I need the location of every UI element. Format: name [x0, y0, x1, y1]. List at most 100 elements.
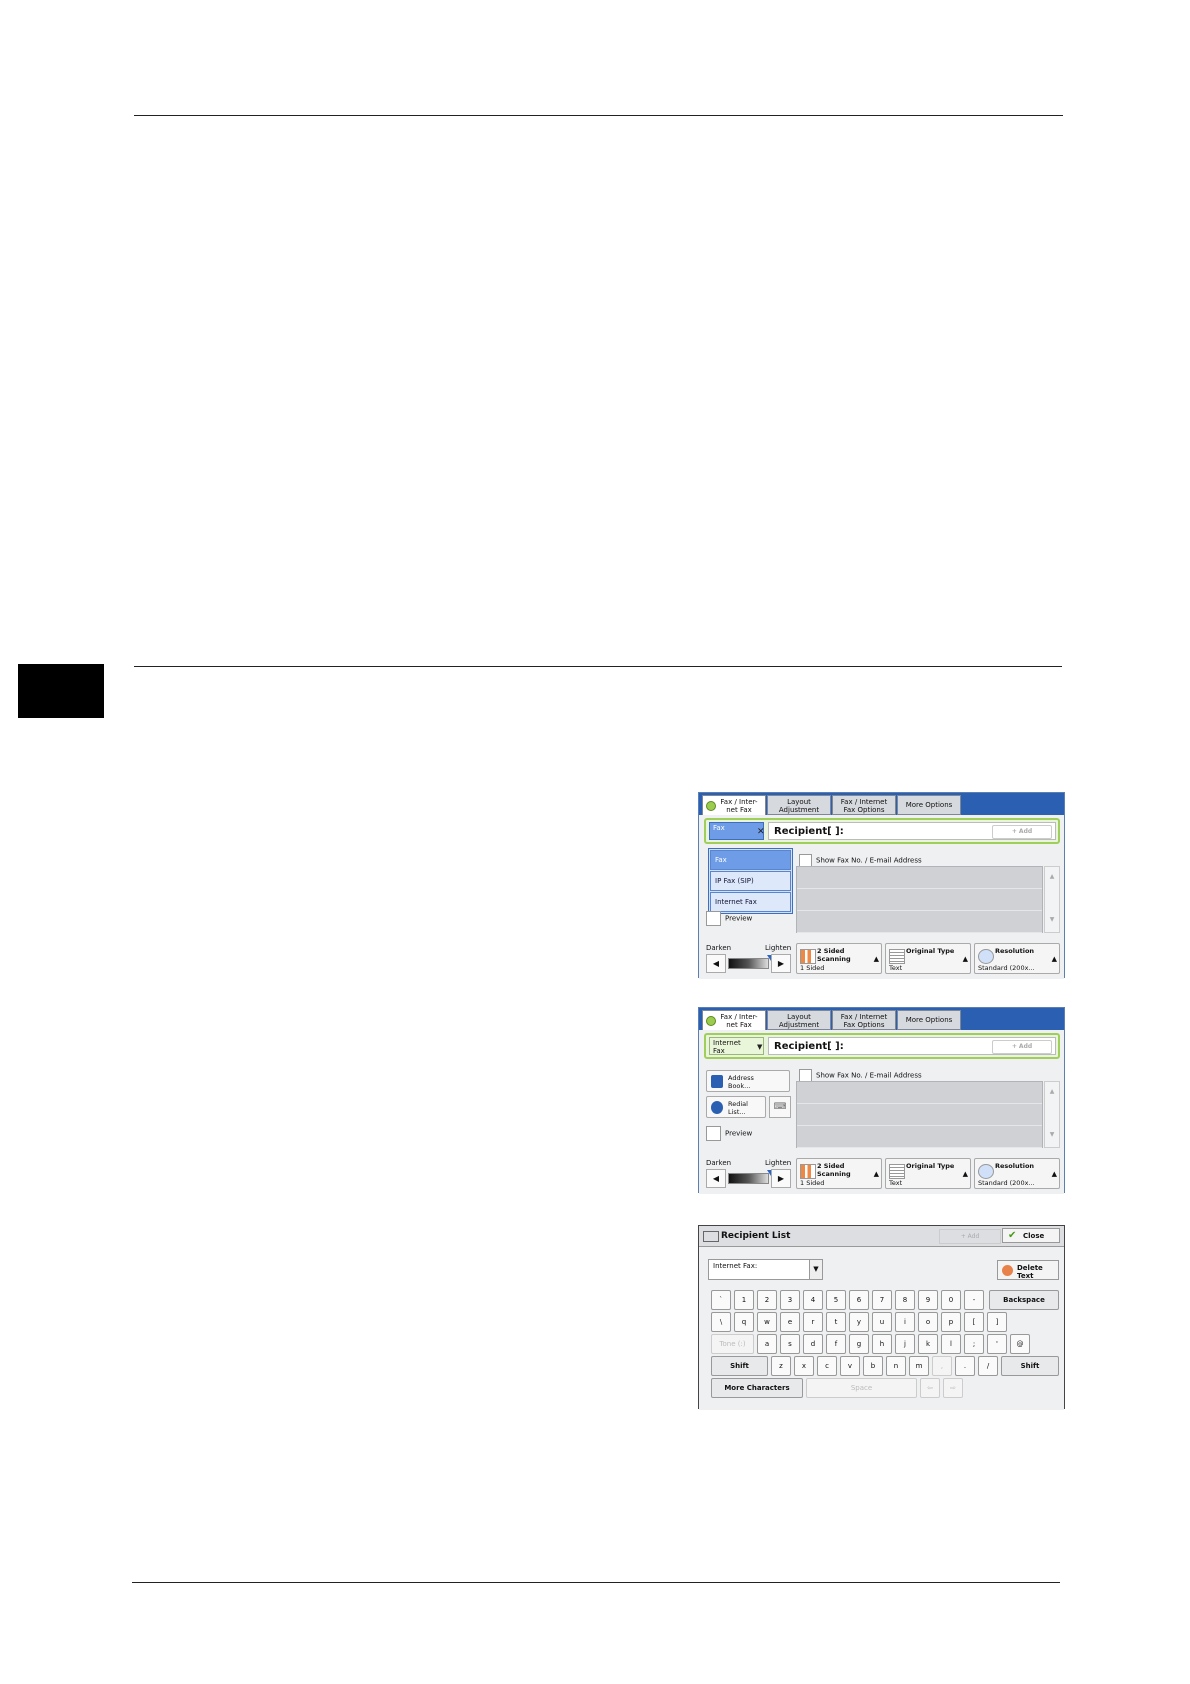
backspace-key[interactable]: Backspace [989, 1290, 1059, 1310]
checkbox[interactable] [706, 911, 721, 926]
chevron-down-icon[interactable]: ▼ [757, 1043, 762, 1051]
keyboard-key[interactable]: - [964, 1290, 984, 1310]
keyboard-key[interactable]: 7 [872, 1290, 892, 1310]
keyboard-key[interactable]: ` [711, 1290, 731, 1310]
keyboard-key[interactable]: e [780, 1312, 800, 1332]
keyboard-key[interactable]: z [771, 1356, 791, 1376]
original-type-button[interactable]: Original Type Text ▲ [885, 1158, 971, 1189]
tab-fax-internet-fax[interactable]: Fax / Inter- net Fax [702, 1010, 766, 1030]
shift-key-left[interactable]: Shift [711, 1356, 768, 1376]
scroll-up-icon[interactable]: ▲ [1045, 1088, 1059, 1095]
tab-layout-adjustment[interactable]: Layout Adjustment [767, 795, 831, 815]
keyboard-key[interactable]: a [757, 1334, 777, 1354]
dropdown-item-fax[interactable]: Fax [710, 850, 791, 870]
space-key[interactable]: Space [806, 1378, 917, 1398]
keyboard-key[interactable]: \ [711, 1312, 731, 1332]
keyboard-key[interactable]: , [932, 1356, 952, 1376]
keyboard-key[interactable]: . [955, 1356, 975, 1376]
keyboard-key[interactable]: i [895, 1312, 915, 1332]
keyboard-key[interactable]: y [849, 1312, 869, 1332]
add-button[interactable]: + Add [939, 1229, 1001, 1244]
lighter-arrow-icon[interactable]: ▶ [771, 954, 791, 973]
darker-arrow-icon[interactable]: ◀ [706, 1169, 726, 1188]
shift-key-right[interactable]: Shift [1001, 1356, 1059, 1376]
keyboard-key[interactable]: 5 [826, 1290, 846, 1310]
scrollbar[interactable]: ▲ ▼ [1044, 1081, 1060, 1148]
tab-fax-internet-fax[interactable]: Fax / Inter- net Fax [702, 795, 766, 815]
keyboard-key[interactable]: u [872, 1312, 892, 1332]
keyboard-key[interactable]: j [895, 1334, 915, 1354]
keyboard-key[interactable]: o [918, 1312, 938, 1332]
keyboard-key[interactable]: / [978, 1356, 998, 1376]
keyboard-key[interactable]: n [886, 1356, 906, 1376]
keyboard-key[interactable]: c [817, 1356, 837, 1376]
keyboard-key[interactable]: d [803, 1334, 823, 1354]
lighter-arrow-icon[interactable]: ▶ [771, 1169, 791, 1188]
original-type-button[interactable]: Original Type Text ▲ [885, 943, 971, 974]
keyboard-key[interactable]: m [909, 1356, 929, 1376]
keyboard-key[interactable]: ; [964, 1334, 984, 1354]
keyboard-key[interactable]: t [826, 1312, 846, 1332]
tab-more-options[interactable]: More Options [897, 1010, 961, 1030]
chevron-down-icon[interactable]: ▼ [809, 1260, 822, 1279]
recipient-field[interactable]: Recipient[ ]: + Add [768, 822, 1056, 840]
keyboard-key[interactable]: ' [987, 1334, 1007, 1354]
resolution-button[interactable]: Resolution Standard (200x... ▲ [974, 943, 1060, 974]
add-button[interactable]: + Add [992, 825, 1052, 839]
checkbox[interactable] [706, 1126, 721, 1141]
scrollbar[interactable]: ▲ ▼ [1044, 866, 1060, 933]
keyboard-key[interactable]: f [826, 1334, 846, 1354]
keyboard-key[interactable]: 3 [780, 1290, 800, 1310]
tab-fax-options[interactable]: Fax / Internet Fax Options [832, 1010, 896, 1030]
recipient-field[interactable]: Recipient[ ]: + Add [768, 1037, 1056, 1055]
two-sided-button[interactable]: 2 Sided Scanning 1 Sided ▲ [796, 1158, 882, 1189]
keyboard-key[interactable]: 9 [918, 1290, 938, 1310]
keyboard-key[interactable]: l [941, 1334, 961, 1354]
keyboard-key[interactable]: 0 [941, 1290, 961, 1310]
keyboard-key[interactable]: s [780, 1334, 800, 1354]
preview-option[interactable]: Preview [706, 911, 752, 926]
tab-fax-options[interactable]: Fax / Internet Fax Options [832, 795, 896, 815]
keyboard-key[interactable]: [ [964, 1312, 984, 1332]
cursor-right-icon[interactable]: ⇨ [943, 1378, 963, 1398]
dropdown-item-internet-fax[interactable]: Internet Fax [710, 892, 791, 912]
keyboard-key[interactable]: k [918, 1334, 938, 1354]
keyboard-key[interactable]: q [734, 1312, 754, 1332]
add-button[interactable]: + Add [992, 1040, 1052, 1054]
keyboard-key[interactable]: p [941, 1312, 961, 1332]
darker-arrow-icon[interactable]: ◀ [706, 954, 726, 973]
keyboard-key[interactable]: x [794, 1356, 814, 1376]
dest-type-button[interactable]: Fax ✕ [709, 822, 765, 840]
address-book-button[interactable]: Address Book... [706, 1070, 790, 1092]
keyboard-key[interactable]: w [757, 1312, 777, 1332]
preview-option[interactable]: Preview [706, 1126, 752, 1141]
tab-layout-adjustment[interactable]: Layout Adjustment [767, 1010, 831, 1030]
two-sided-button[interactable]: 2 Sided Scanning 1 Sided ▲ [796, 943, 882, 974]
scroll-up-icon[interactable]: ▲ [1045, 873, 1059, 880]
dest-type-button[interactable]: Internet Fax ▼ [709, 1037, 764, 1055]
resolution-button[interactable]: Resolution Standard (200x... ▲ [974, 1158, 1060, 1189]
keyboard-key[interactable]: ] [987, 1312, 1007, 1332]
close-button[interactable]: ✔ Close [1002, 1228, 1060, 1243]
keyboard-key[interactable]: h [872, 1334, 892, 1354]
dropdown-item-ip-fax[interactable]: IP Fax (SIP) [710, 871, 791, 891]
delete-text-button[interactable]: Delete Text [997, 1260, 1059, 1280]
scroll-down-icon[interactable]: ▼ [1045, 916, 1059, 923]
close-icon[interactable]: ✕ [757, 828, 765, 837]
keyboard-key[interactable]: @ [1010, 1334, 1030, 1354]
scroll-down-icon[interactable]: ▼ [1045, 1131, 1059, 1138]
tone-key[interactable]: Tone (:) [711, 1334, 754, 1354]
keyboard-key[interactable]: b [863, 1356, 883, 1376]
address-type-select[interactable]: Internet Fax: ▼ [708, 1259, 823, 1280]
keyboard-key[interactable]: v [840, 1356, 860, 1376]
keyboard-key[interactable]: 2 [757, 1290, 777, 1310]
cursor-left-icon[interactable]: ⇦ [920, 1378, 940, 1398]
redial-list-button[interactable]: Redial List... [706, 1096, 766, 1118]
keyboard-key[interactable]: r [803, 1312, 823, 1332]
keyboard-key[interactable]: 4 [803, 1290, 823, 1310]
keyboard-key[interactable]: g [849, 1334, 869, 1354]
more-characters-key[interactable]: More Characters [711, 1378, 803, 1398]
keyboard-key[interactable]: 6 [849, 1290, 869, 1310]
tab-more-options[interactable]: More Options [897, 795, 961, 815]
keyboard-icon[interactable]: ⌨ [769, 1096, 791, 1118]
